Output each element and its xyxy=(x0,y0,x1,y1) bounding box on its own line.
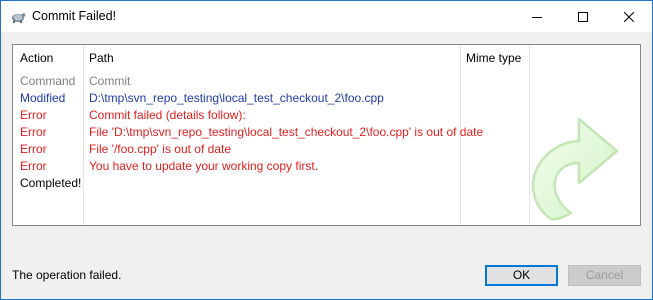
close-icon xyxy=(624,11,634,22)
row-path[interactable]: D:\tmp\svn_repo_testing\local_test_check… xyxy=(89,91,384,105)
column-header-path[interactable]: Path xyxy=(89,51,114,65)
row-action[interactable]: Completed! xyxy=(20,176,81,190)
row-action[interactable]: Error xyxy=(20,142,47,156)
row-action[interactable]: Command xyxy=(20,74,75,88)
column-header-action[interactable]: Action xyxy=(20,51,53,65)
maximize-button[interactable] xyxy=(560,1,606,32)
commit-results-list[interactable]: Action Path Mime type Command Commit Modif… xyxy=(12,44,641,226)
ok-button[interactable]: OK xyxy=(485,265,558,286)
row-path[interactable]: Commit xyxy=(89,74,130,88)
title-bar[interactable]: Commit Failed! xyxy=(1,1,652,32)
minimize-icon xyxy=(532,16,542,18)
window-title: Commit Failed! xyxy=(32,9,117,23)
row-path[interactable]: You have to update your working copy fir… xyxy=(89,159,318,173)
row-path[interactable]: Commit failed (details follow): xyxy=(89,108,246,122)
row-path[interactable]: File '/foo.cpp' is out of date xyxy=(89,142,231,156)
row-path[interactable]: File 'D:\tmp\svn_repo_testing\local_test… xyxy=(89,125,483,139)
commit-failed-dialog: Commit Failed! Action Path Mime type Com… xyxy=(0,0,653,300)
maximize-icon xyxy=(578,11,588,22)
column-header-mime-type[interactable]: Mime type xyxy=(466,51,521,65)
tortoise-icon xyxy=(12,13,26,23)
close-button[interactable] xyxy=(606,1,652,32)
row-action[interactable]: Modified xyxy=(20,91,65,105)
commit-arrow-icon xyxy=(531,117,619,221)
minimize-button[interactable] xyxy=(514,1,560,32)
row-action[interactable]: Error xyxy=(20,159,47,173)
row-action[interactable]: Error xyxy=(20,108,47,122)
cancel-button[interactable]: Cancel xyxy=(568,265,641,286)
status-message: The operation failed. xyxy=(12,268,122,282)
column-divider xyxy=(83,45,84,225)
row-action[interactable]: Error xyxy=(20,125,47,139)
